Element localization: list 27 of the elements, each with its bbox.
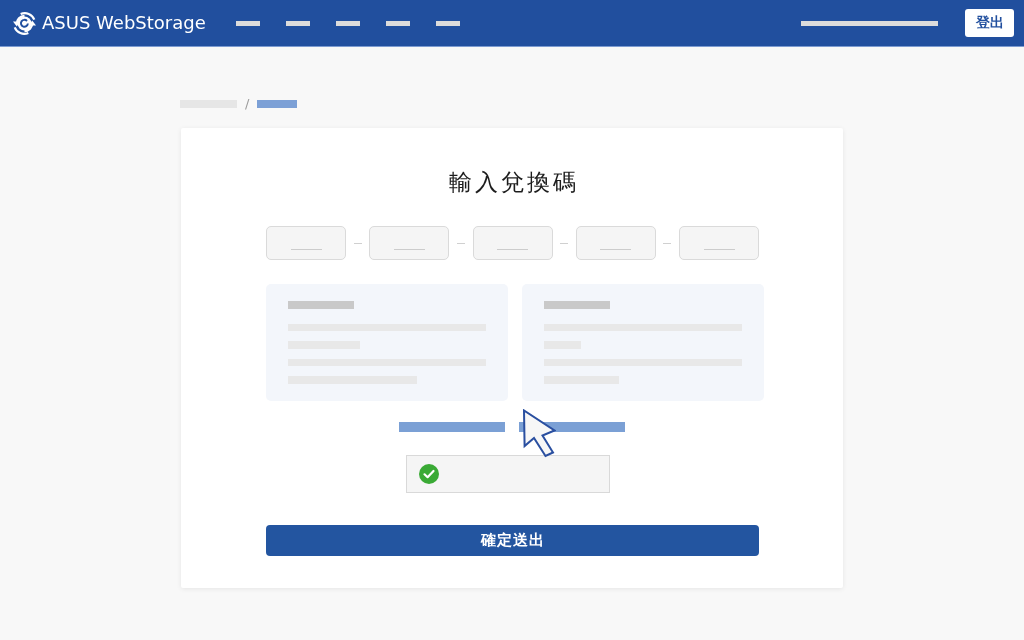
code-input-field[interactable] bbox=[266, 226, 346, 260]
submit-button[interactable]: 確定送出 bbox=[266, 525, 759, 556]
card-title-placeholder bbox=[288, 301, 354, 309]
verification-box[interactable] bbox=[406, 455, 610, 493]
logo-icon bbox=[12, 10, 37, 36]
logout-button[interactable]: 登出 bbox=[965, 9, 1014, 37]
dash-separator bbox=[560, 242, 569, 244]
nav-link-placeholder[interactable] bbox=[335, 20, 360, 26]
page-title: 輸入兌換碼 bbox=[448, 168, 580, 196]
cursor-icon bbox=[522, 409, 556, 458]
nav-link-placeholder[interactable] bbox=[235, 20, 260, 26]
option-card[interactable] bbox=[522, 284, 764, 401]
dash-separator bbox=[353, 242, 362, 244]
code-input-field[interactable] bbox=[472, 226, 553, 260]
nav-link-placeholder[interactable] bbox=[385, 20, 410, 26]
nav-link-placeholder[interactable] bbox=[285, 20, 310, 26]
breadcrumb-placeholder[interactable] bbox=[257, 100, 298, 108]
code-input-field[interactable] bbox=[369, 226, 450, 260]
nav-link-placeholder[interactable] bbox=[435, 20, 460, 26]
code-input-field[interactable] bbox=[679, 226, 759, 260]
breadcrumb-separator: / bbox=[245, 97, 250, 111]
option-card[interactable] bbox=[266, 284, 508, 401]
code-input-field[interactable] bbox=[575, 226, 656, 260]
dash-separator bbox=[663, 242, 672, 244]
dash-separator bbox=[456, 242, 465, 244]
card-title-placeholder bbox=[544, 301, 610, 309]
brand-name: ASUS WebStorage bbox=[42, 11, 206, 35]
